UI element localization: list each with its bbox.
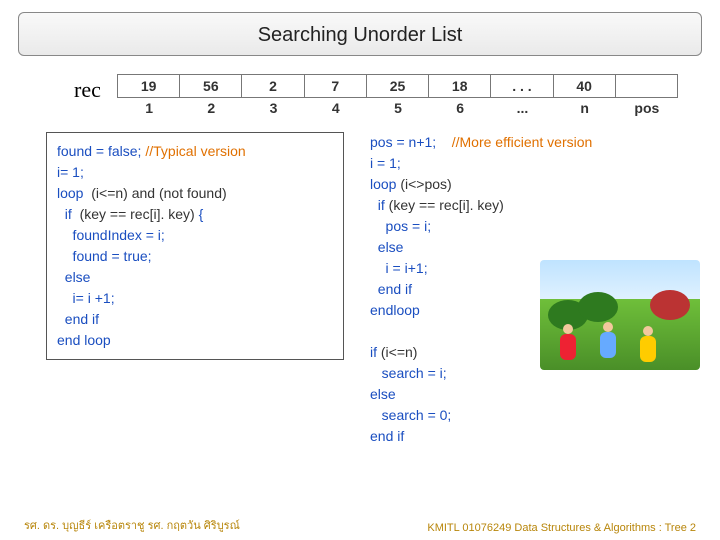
code-text: search = i;	[370, 365, 447, 381]
array-index: 3	[242, 98, 304, 116]
array-index: pos	[616, 98, 678, 116]
array-index: 5	[367, 98, 429, 116]
code-text: (i<=n) and (not found)	[91, 185, 226, 201]
code-text: else	[370, 239, 403, 255]
code-text: loop	[57, 185, 91, 201]
code-text: else	[370, 386, 396, 402]
code-text: i = i+1;	[370, 260, 428, 276]
array-index: 4	[305, 98, 367, 116]
code-text: end if	[370, 281, 412, 297]
slide-title: Searching Unorder List	[18, 12, 702, 56]
array-index: ...	[491, 98, 553, 116]
code-text: if	[57, 206, 80, 222]
code-text: end if	[57, 311, 99, 327]
footer-course: KMITL 01076249 Data Structures & Algorit…	[427, 522, 696, 534]
array-cell: 7	[304, 74, 367, 98]
code-text: (key == rec[i]. key)	[389, 197, 504, 213]
code-text: loop	[370, 176, 400, 192]
code-comment: //More efficient version	[436, 134, 592, 150]
code-text: i = 1;	[370, 155, 401, 171]
illustration-children-garden	[540, 260, 700, 370]
array-index: n	[554, 98, 616, 116]
code-text: search = 0;	[370, 407, 451, 423]
array-index: 2	[180, 98, 242, 116]
code-text: if	[370, 344, 381, 360]
code-text: (i<>pos)	[400, 176, 451, 192]
array-index: 1	[118, 98, 180, 116]
array-cell: . . .	[490, 74, 553, 98]
footer-authors: รศ. ดร. บุญธีร์ เครือตราชู รศ. กฤตวัน ศิ…	[24, 516, 240, 534]
code-text: i= 1;	[57, 164, 84, 180]
code-text: end loop	[57, 332, 111, 348]
array-cell: 25	[366, 74, 429, 98]
code-text: pos = i;	[370, 218, 431, 234]
array-cell: 2	[241, 74, 304, 98]
code-text: if	[370, 197, 389, 213]
code-text: (i<=n)	[381, 344, 418, 360]
code-text: foundIndex = i;	[57, 227, 165, 243]
pseudocode-typical: found = false; //Typical version i= 1; l…	[46, 132, 344, 360]
code-text: else	[57, 269, 90, 285]
code-text: {	[195, 206, 204, 222]
array-cell: 18	[428, 74, 491, 98]
code-text: found = false;	[57, 143, 141, 159]
array-indices-row: 1 2 3 4 5 6 ... n pos	[118, 98, 678, 116]
array-label: rec	[74, 77, 101, 103]
code-text: i= i +1;	[57, 290, 115, 306]
array-values-row: 19 56 2 7 25 18 . . . 40	[118, 74, 678, 98]
array-grid: 19 56 2 7 25 18 . . . 40 1 2 3 4 5 6 ...…	[118, 74, 678, 116]
array-index: 6	[429, 98, 491, 116]
array-cell: 19	[117, 74, 180, 98]
code-text: (key == rec[i]. key)	[80, 206, 195, 222]
code-text: found = true;	[57, 248, 152, 264]
code-text: end if	[370, 428, 404, 444]
array-cell: 56	[179, 74, 242, 98]
array-cell-sentinel	[615, 74, 678, 98]
code-comment: //Typical version	[141, 143, 245, 159]
code-text: endloop	[370, 302, 420, 318]
array-cell: 40	[553, 74, 616, 98]
code-text: pos = n+1;	[370, 134, 436, 150]
